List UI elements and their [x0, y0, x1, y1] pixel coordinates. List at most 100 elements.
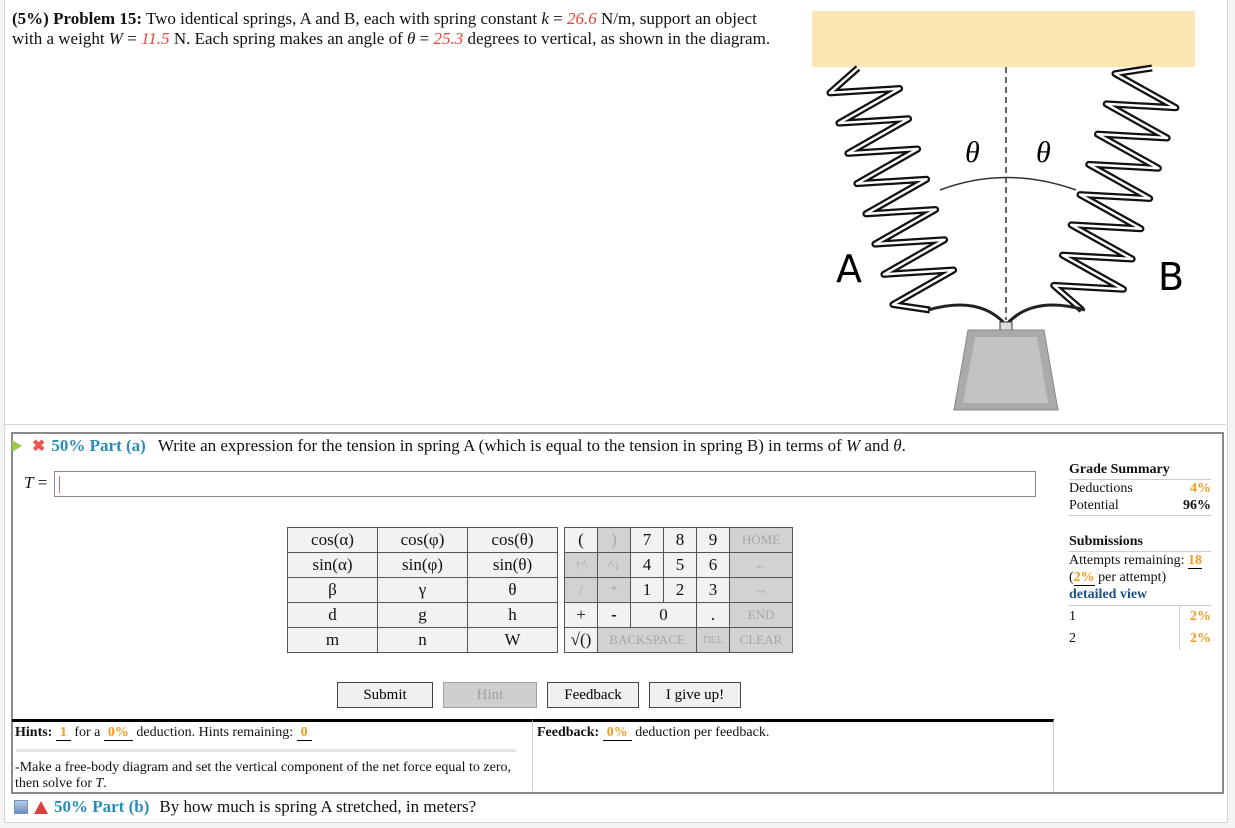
answer-input[interactable]: [54, 471, 1036, 497]
warning-icon: [34, 800, 48, 814]
key-h[interactable]: h: [467, 602, 558, 628]
w-symbol: W: [846, 436, 861, 455]
key-open-paren[interactable]: (: [564, 527, 598, 553]
hint-button[interactable]: Hint: [443, 682, 537, 708]
submissions-title: Submissions: [1069, 534, 1211, 552]
attempt-number: 2: [1069, 631, 1076, 646]
keypad-gap: [557, 627, 565, 653]
feedback-text: deduction per feedback.: [631, 725, 770, 740]
attempts-remaining: Attempts remaining: 18: [1069, 552, 1211, 569]
key-beta[interactable]: β: [287, 577, 378, 603]
key-8[interactable]: 8: [663, 527, 697, 553]
problem-text-4: degrees to vertical, as shown in the dia…: [463, 29, 771, 48]
key-d[interactable]: d: [287, 602, 378, 628]
key-cos-alpha[interactable]: cos(α): [287, 527, 378, 553]
give-up-button[interactable]: I give up!: [649, 682, 741, 708]
key-sin-theta[interactable]: sin(θ): [467, 552, 558, 578]
expand-arrow-icon[interactable]: [12, 440, 22, 452]
key-n[interactable]: n: [377, 627, 468, 653]
question-text: Write an expression for the tension in s…: [157, 436, 847, 455]
key-divide[interactable]: /: [564, 577, 598, 603]
divider: [4, 424, 1226, 425]
key-2[interactable]: 2: [663, 577, 697, 603]
key-sqrt[interactable]: √(): [564, 627, 598, 653]
key-sin-phi[interactable]: sin(φ): [377, 552, 468, 578]
hint-deduction-pct: 0%: [103, 725, 133, 741]
deductions-row: Deductions 4%: [1069, 480, 1211, 497]
key-cos-phi[interactable]: cos(φ): [377, 527, 468, 553]
attempts-label: Attempts remaining:: [1069, 553, 1188, 568]
hint-body: -Make a free-body diagram and set the ve…: [15, 760, 512, 791]
key-7[interactable]: 7: [630, 527, 664, 553]
key-close-paren[interactable]: ): [597, 527, 631, 553]
key-sin-alpha[interactable]: sin(α): [287, 552, 378, 578]
key-m[interactable]: m: [287, 627, 378, 653]
hints-used-count: 1: [55, 725, 71, 741]
part-a-label: 50% Part (a): [51, 436, 146, 455]
key-plus[interactable]: +: [564, 602, 598, 628]
incorrect-x-icon: ✖: [32, 438, 46, 455]
hint-divider: [16, 749, 516, 752]
ceiling: [812, 11, 1195, 67]
grade-summary-title: Grade Summary: [1069, 462, 1211, 480]
key-4[interactable]: 4: [630, 552, 664, 578]
key-superscript-down[interactable]: ^↓: [597, 552, 631, 578]
k-symbol: k: [541, 9, 549, 28]
feedback-deduction-pct: 0%: [602, 725, 632, 741]
key-left-arrow[interactable]: ←: [729, 552, 793, 578]
key-multiply[interactable]: *: [597, 577, 631, 603]
part-b-header[interactable]: 50% Part (b) By how much is spring A str…: [14, 797, 476, 817]
problem-label: Problem 15:: [53, 9, 142, 28]
key-decimal[interactable]: .: [696, 602, 730, 628]
detailed-view-link[interactable]: detailed view: [1069, 586, 1211, 606]
answer-label: T =: [24, 473, 48, 492]
problem-weight: (5%): [12, 9, 49, 28]
deductions-value: 4%: [1190, 481, 1211, 496]
key-theta[interactable]: θ: [467, 577, 558, 603]
key-right-arrow[interactable]: →: [729, 577, 793, 603]
k-value: 26.6: [567, 9, 597, 28]
key-6[interactable]: 6: [696, 552, 730, 578]
deductions-label: Deductions: [1069, 481, 1133, 496]
key-3[interactable]: 3: [696, 577, 730, 603]
submit-button[interactable]: Submit: [337, 682, 433, 708]
hints-label: Hints:: [15, 725, 53, 740]
potential-label: Potential: [1069, 498, 1119, 513]
period: .: [103, 776, 107, 791]
key-cos-theta[interactable]: cos(θ): [467, 527, 558, 553]
key-gamma[interactable]: γ: [377, 577, 468, 603]
key-backspace[interactable]: BACKSPACE: [597, 627, 697, 653]
spring-b-label: B: [1158, 255, 1184, 299]
equals: =: [122, 29, 142, 48]
paren: (: [1069, 570, 1074, 585]
key-9[interactable]: 9: [696, 527, 730, 553]
collapse-icon[interactable]: [14, 800, 28, 814]
key-clear[interactable]: CLEAR: [729, 627, 793, 653]
theta-symbol: θ: [893, 436, 902, 455]
hint-text: deduction. Hints remaining:: [132, 725, 297, 740]
keypad-gap: [557, 577, 565, 603]
key-minus[interactable]: -: [597, 602, 631, 628]
key-g[interactable]: g: [377, 602, 468, 628]
key-5[interactable]: 5: [663, 552, 697, 578]
key-end[interactable]: END: [729, 602, 793, 628]
key-w[interactable]: W: [467, 627, 558, 653]
key-0[interactable]: 0: [630, 602, 697, 628]
key-superscript-up[interactable]: ↑^: [564, 552, 598, 578]
and-text: and: [860, 436, 894, 455]
hint-content: -Make a free-body diagram and set the ve…: [15, 760, 530, 792]
keypad-gap: [557, 602, 565, 628]
spring-a-label: A: [836, 247, 862, 291]
hints-panel: Hints: 1 for a 0% deduction. Hints remai…: [12, 719, 532, 791]
key-del[interactable]: DEL: [696, 627, 730, 653]
key-home[interactable]: HOME: [729, 527, 793, 553]
theta-value: 25.3: [433, 29, 464, 48]
equals: =: [415, 29, 434, 48]
feedback-panel: Feedback: 0% deduction per feedback.: [532, 719, 1054, 791]
key-1[interactable]: 1: [630, 577, 664, 603]
feedback-button[interactable]: Feedback: [547, 682, 639, 708]
attempt-deduction: 2%: [1179, 628, 1211, 650]
part-a-question: Write an expression for the tension in s…: [158, 436, 906, 456]
part-b-question: By how much is spring A stretched, in me…: [159, 797, 477, 816]
hook-knot: [999, 321, 1013, 331]
